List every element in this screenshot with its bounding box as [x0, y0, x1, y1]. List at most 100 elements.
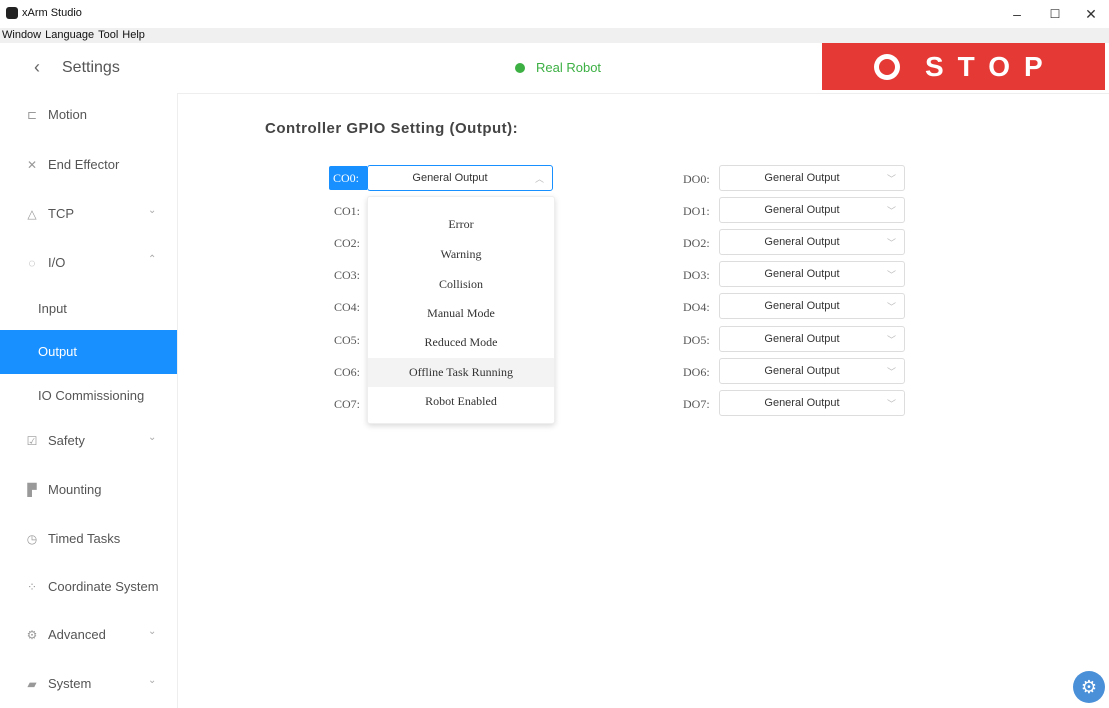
dropdown-option-offline-task-running[interactable]: Offline Task Running: [368, 358, 554, 387]
chevron-down-icon: ⌄: [148, 205, 157, 216]
maximize-button[interactable]: ☐: [1040, 4, 1070, 24]
do7-label: DO7:: [683, 397, 710, 411]
sidebar-item-label: Safety: [48, 433, 85, 448]
dropdown-option-collision[interactable]: Collision: [368, 270, 554, 299]
sidebar-item-label: Mounting: [48, 482, 102, 497]
minimize-button[interactable]: –: [1002, 4, 1032, 24]
co0-value: General Output: [412, 172, 488, 184]
sidebar-item-timed-tasks[interactable]: ◷ Timed Tasks: [0, 517, 177, 561]
stop-button[interactable]: STOP: [822, 43, 1105, 90]
do5-label: DO5:: [683, 333, 710, 347]
sidebar: ⊏ Motion ✕ End Effector △ TCP ⌄ ◌ I/O ⌃ …: [0, 93, 178, 708]
do1-select[interactable]: General Output ﹀: [719, 197, 905, 223]
sidebar-item-io[interactable]: ◌ I/O ⌃: [0, 241, 177, 285]
co2-label: CO2:: [334, 236, 361, 250]
io-icon: ◌: [28, 256, 36, 270]
do0-label: DO0:: [683, 172, 710, 186]
sidebar-item-label: Timed Tasks: [48, 531, 121, 546]
chevron-down-icon: ﹀: [886, 367, 896, 377]
sidebar-item-advanced[interactable]: ⚙ Advanced ⌄: [0, 613, 177, 657]
sidebar-item-end-effector[interactable]: ✕ End Effector: [0, 143, 177, 187]
chevron-up-icon: ⌃: [148, 254, 157, 265]
page-title: Settings: [62, 59, 120, 76]
back-icon[interactable]: ‹: [34, 57, 40, 78]
tcp-icon: △: [27, 207, 37, 221]
do1-value: General Output: [764, 204, 840, 216]
co0-dropdown-menu: Error Warning Collision Manual Mode Redu…: [367, 196, 555, 424]
sidebar-item-mounting[interactable]: ▛ Mounting: [0, 468, 177, 512]
sidebar-item-label: Coordinate System: [48, 579, 159, 594]
chevron-up-icon: ︿: [534, 174, 544, 184]
menu-tool[interactable]: Tool: [96, 28, 120, 43]
safety-icon: ☑: [26, 434, 38, 448]
gear-icon[interactable]: ⚙: [1073, 671, 1105, 703]
system-icon: ▰: [27, 677, 37, 691]
dropdown-option-error[interactable]: Error: [368, 210, 554, 239]
do3-select[interactable]: General Output ﹀: [719, 261, 905, 287]
sidebar-item-coordinate-system[interactable]: ⁘ Coordinate System: [0, 565, 177, 609]
do2-select[interactable]: General Output ﹀: [719, 229, 905, 255]
sidebar-item-label: Input: [38, 301, 67, 316]
co3-label: CO3:: [334, 268, 361, 282]
menu-window[interactable]: Window: [0, 28, 43, 43]
chevron-down-icon: ﹀: [886, 238, 896, 248]
stop-label: STOP: [925, 51, 1057, 82]
sidebar-item-tcp[interactable]: △ TCP ⌄: [0, 192, 177, 236]
robot-status: Real Robot: [536, 60, 602, 75]
co6-label: CO6:: [334, 365, 361, 379]
app-title: xArm Studio: [22, 7, 82, 19]
do1-label: DO1:: [683, 204, 710, 218]
co7-label: CO7:: [334, 397, 361, 411]
chevron-down-icon: ⌄: [148, 675, 157, 686]
chevron-down-icon: ⌄: [148, 432, 157, 443]
header: ‹ Settings Real Robot STOP: [0, 43, 1109, 94]
sidebar-item-system[interactable]: ▰ System ⌄: [0, 662, 177, 706]
co4-label: CO4:: [334, 300, 361, 314]
chevron-down-icon: ﹀: [886, 302, 896, 312]
chevron-down-icon: ﹀: [886, 174, 896, 184]
dropdown-option-manual-mode[interactable]: Manual Mode: [368, 299, 554, 328]
sidebar-item-label: Motion: [48, 107, 88, 122]
mounting-icon: ▛: [27, 483, 37, 497]
do0-select[interactable]: General Output ﹀: [719, 165, 905, 191]
section-title: Controller GPIO Setting (Output):: [265, 120, 519, 137]
chevron-down-icon: ⌄: [148, 626, 157, 637]
stop-icon: [874, 54, 900, 80]
do6-select[interactable]: General Output ﹀: [719, 358, 905, 384]
timed-tasks-icon: ◷: [26, 532, 38, 546]
do4-value: General Output: [764, 300, 840, 312]
sidebar-item-label: System: [48, 676, 92, 691]
chevron-down-icon: ﹀: [886, 270, 896, 280]
do6-value: General Output: [764, 365, 840, 377]
sidebar-item-io-commissioning[interactable]: IO Commissioning: [0, 374, 177, 418]
menu-bar: Window Language Tool Help: [0, 28, 1109, 43]
close-button[interactable]: ✕: [1076, 4, 1106, 24]
sidebar-item-label: Output: [38, 344, 78, 359]
dropdown-option-reduced-mode[interactable]: Reduced Mode: [368, 328, 554, 357]
dropdown-option-warning[interactable]: Warning: [368, 240, 554, 269]
co0-select[interactable]: General Output ︿: [367, 165, 553, 191]
menu-language[interactable]: Language: [43, 28, 96, 43]
sidebar-item-label: TCP: [48, 206, 74, 221]
sidebar-item-input[interactable]: Input: [0, 287, 177, 331]
menu-help[interactable]: Help: [120, 28, 147, 43]
do2-label: DO2:: [683, 236, 710, 250]
do4-select[interactable]: General Output ﹀: [719, 293, 905, 319]
advanced-icon: ⚙: [26, 628, 38, 642]
do7-select[interactable]: General Output ﹀: [719, 390, 905, 416]
do5-value: General Output: [764, 333, 840, 345]
coordinate-system-icon: ⁘: [26, 580, 38, 594]
end-effector-icon: ✕: [26, 158, 38, 172]
chevron-down-icon: ﹀: [886, 335, 896, 345]
sidebar-item-output[interactable]: Output: [0, 330, 177, 374]
do0-value: General Output: [764, 172, 840, 184]
sidebar-item-label: IO Commissioning: [38, 388, 145, 403]
chevron-down-icon: ﹀: [886, 399, 896, 409]
motion-icon: ⊏: [26, 108, 38, 122]
dropdown-option-robot-enabled[interactable]: Robot Enabled: [368, 387, 554, 416]
sidebar-item-motion[interactable]: ⊏ Motion: [0, 93, 177, 137]
sidebar-item-label: Advanced: [48, 627, 106, 642]
sidebar-item-safety[interactable]: ☑ Safety ⌄: [0, 419, 177, 463]
sidebar-item-label: End Effector: [48, 157, 120, 172]
do5-select[interactable]: General Output ﹀: [719, 326, 905, 352]
